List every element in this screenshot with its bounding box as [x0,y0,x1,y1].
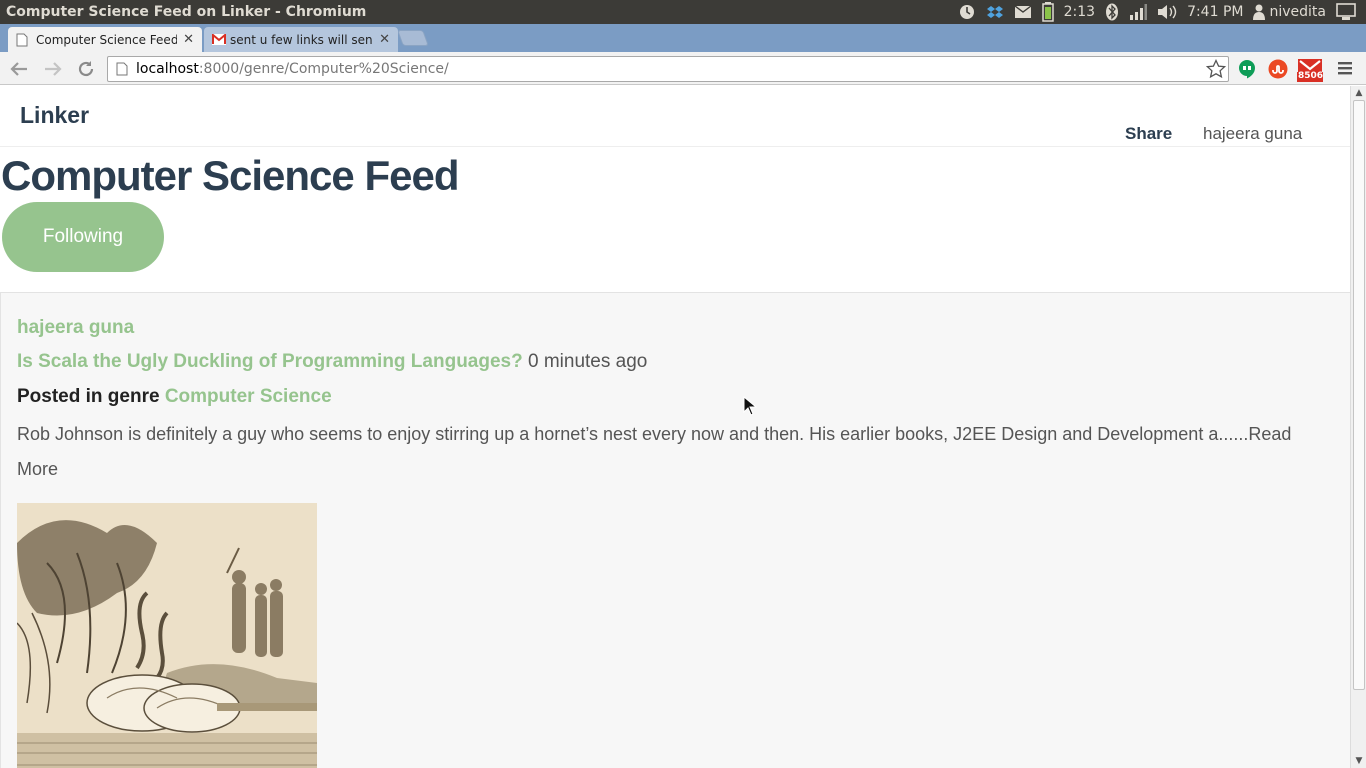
system-tray: 2:13 7:41 PM nivedita [958,0,1366,24]
dropbox-icon[interactable] [986,3,1004,21]
user-menu[interactable]: nivedita [1253,4,1326,20]
forward-arrow-icon [45,62,62,76]
address-bar[interactable]: localhost:8000/genre/Computer%20Science/ [107,56,1229,82]
brand-logo[interactable]: Linker [20,102,89,129]
scrollbar-thumb[interactable] [1353,100,1365,690]
post-timestamp: 0 minutes ago [528,351,648,372]
chrome-menu-button[interactable] [1337,60,1353,80]
browser-toolbar: localhost:8000/genre/Computer%20Science/… [0,52,1366,85]
os-top-panel: Computer Science Feed on Linker - Chromi… [0,0,1366,24]
volume-icon[interactable] [1157,4,1177,20]
web-page: Linker Share hajeera guna Computer Scien… [0,86,1350,768]
tab-title: sent u few links will send [230,32,374,47]
close-icon[interactable]: ✕ [183,32,194,47]
network-signal-icon[interactable] [1129,4,1148,20]
bluetooth-icon[interactable] [1105,3,1119,21]
tab-computer-science-feed[interactable]: Computer Science Feed o ✕ [8,27,202,52]
following-button[interactable]: Following [2,202,164,272]
post-title-link[interactable]: Is Scala the Ugly Duckling of Programmin… [17,351,523,372]
genre-link[interactable]: Computer Science [165,386,332,407]
window-title: Computer Science Feed on Linker - Chromi… [6,4,367,20]
site-navbar: Linker Share hajeera guna [0,86,1350,147]
post-title-row: Is Scala the Ugly Duckling of Programmin… [17,351,647,373]
gmail-icon [212,34,226,45]
back-arrow-icon [10,62,27,76]
tab-gmail[interactable]: sent u few links will send ✕ [204,27,398,52]
nav-user-link[interactable]: hajeera guna [1203,124,1302,144]
genre-label: Posted in genre [17,386,160,407]
page-title: Computer Science Feed [1,152,459,199]
scroll-down-icon[interactable]: ▼ [1354,756,1364,766]
user-name: nivedita [1269,4,1326,20]
page-scrollbar[interactable]: ▲ ▼ [1350,86,1366,768]
post-genre-row: Posted in genre Computer Science [17,386,332,408]
post-author-link[interactable]: hajeera guna [17,317,134,339]
url-host: localhost [136,61,199,77]
gmail-unread-badge: 8506 [1298,71,1324,81]
post-thumbnail-image[interactable] [17,503,317,768]
clock-indicator-icon[interactable] [958,3,976,21]
stumbleupon-extension-icon[interactable] [1268,59,1288,83]
nav-share-link[interactable]: Share [1125,124,1172,144]
swans-engraving-illustration [17,503,317,768]
reload-icon [78,61,94,77]
post-excerpt: Rob Johnson is definitely a guy who seem… [17,417,1317,487]
mail-icon[interactable] [1014,5,1032,19]
hamburger-menu-icon [1338,62,1352,75]
reload-button[interactable] [75,58,97,80]
back-button[interactable] [8,58,30,80]
bookmark-star-icon[interactable] [1206,59,1226,79]
battery-time: 2:13 [1063,4,1096,20]
scroll-up-icon[interactable]: ▲ [1354,88,1364,98]
page-icon [116,62,128,76]
feed-post: hajeera guna Is Scala the Ugly Duckling … [0,292,1350,768]
new-tab-button[interactable] [397,30,429,46]
battery-icon[interactable] [1041,2,1054,22]
tab-title: Computer Science Feed o [36,32,178,47]
session-icon[interactable] [1336,3,1356,21]
tab-strip: Computer Science Feed o ✕ sent u few lin… [0,24,1366,52]
page-icon [16,33,28,46]
hangouts-extension-icon[interactable] [1238,59,1256,83]
mouse-cursor-icon [743,396,757,416]
gmail-checker-extension[interactable]: 8506 [1297,58,1323,86]
forward-button[interactable] [42,58,64,80]
url-path: :8000/genre/Computer%20Science/ [198,61,449,77]
close-icon[interactable]: ✕ [379,32,390,47]
clock-time[interactable]: 7:41 PM [1187,4,1243,20]
post-excerpt-text: Rob Johnson is definitely a guy who seem… [17,424,1249,444]
